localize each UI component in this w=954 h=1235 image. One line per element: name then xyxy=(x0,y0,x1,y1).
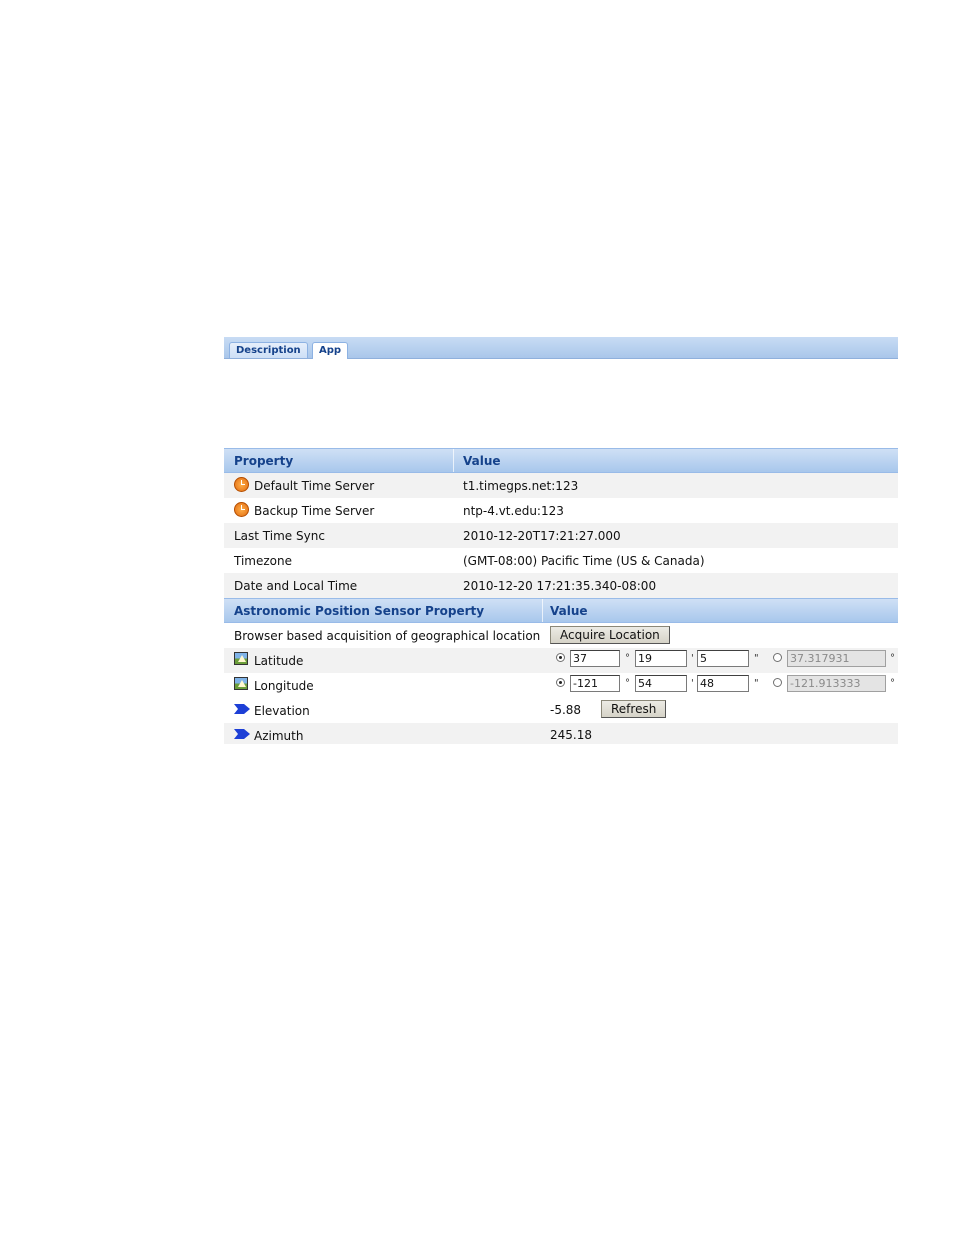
sensor-table-header: Astronomic Position Sensor Property Valu… xyxy=(224,598,898,623)
table-row-acquire: Browser based acquisition of geographica… xyxy=(224,623,898,648)
tab-description[interactable]: Description xyxy=(229,342,308,358)
table-row-latitude: Latitude ° ' " ° xyxy=(224,648,898,673)
app-panel: Description App Property Value Default T… xyxy=(224,337,898,744)
elevation-value: -5.88 xyxy=(550,703,582,717)
table-row-longitude: Longitude ° ' " ° xyxy=(224,673,898,698)
acquire-location-button[interactable]: Acquire Location xyxy=(550,626,670,644)
blue-arrow-icon xyxy=(234,729,250,739)
blue-arrow-icon xyxy=(234,704,250,714)
time-table-header: Property Value xyxy=(224,448,898,473)
longitude-dms-radio[interactable] xyxy=(556,678,565,687)
property-label: Default Time Server xyxy=(254,479,375,493)
longitude-minutes-input[interactable] xyxy=(635,675,687,692)
azimuth-value: 245.18 xyxy=(550,728,592,742)
longitude-degrees-input[interactable] xyxy=(570,675,620,692)
degree-symbol: ° xyxy=(890,678,895,689)
table-row-azimuth: Azimuth 245.18 xyxy=(224,723,898,744)
second-symbol: " xyxy=(754,653,759,664)
latitude-decimal-radio[interactable] xyxy=(773,653,782,662)
degree-symbol: ° xyxy=(890,653,895,664)
property-label: Backup Time Server xyxy=(254,504,375,518)
clock-icon xyxy=(234,477,249,492)
map-icon xyxy=(234,652,248,665)
column-header-value: Value xyxy=(463,454,501,468)
property-label: Last Time Sync xyxy=(234,529,325,543)
tab-app[interactable]: App xyxy=(312,342,349,359)
refresh-button[interactable]: Refresh xyxy=(601,700,667,718)
column-header-property: Property xyxy=(234,454,294,468)
table-row: Date and Local Time 2010-12-20 17:21:35.… xyxy=(224,573,898,598)
column-header-sensor-property: Astronomic Position Sensor Property xyxy=(234,604,485,618)
longitude-decimal-input[interactable] xyxy=(787,675,886,692)
column-header-sensor-value: Value xyxy=(550,604,588,618)
property-label: Browser based acquisition of geographica… xyxy=(234,629,541,643)
minute-symbol: ' xyxy=(691,678,694,689)
property-value: (GMT-08:00) Pacific Time (US & Canada) xyxy=(463,554,705,568)
property-label: Timezone xyxy=(234,554,292,568)
table-row: Default Time Server t1.timegps.net:123 xyxy=(224,473,898,498)
minute-symbol: ' xyxy=(691,653,694,664)
tab-content-area xyxy=(224,359,898,447)
property-label: Date and Local Time xyxy=(234,579,358,593)
longitude-decimal-radio[interactable] xyxy=(773,678,782,687)
degree-symbol: ° xyxy=(625,678,630,689)
latitude-degrees-input[interactable] xyxy=(570,650,620,667)
property-value: ntp-4.vt.edu:123 xyxy=(463,504,564,518)
property-value: t1.timegps.net:123 xyxy=(463,479,579,493)
second-symbol: " xyxy=(754,678,759,689)
degree-symbol: ° xyxy=(625,653,630,664)
latitude-minutes-input[interactable] xyxy=(635,650,687,667)
table-row: Timezone (GMT-08:00) Pacific Time (US & … xyxy=(224,548,898,573)
property-value: 2010-12-20 17:21:35.340-08:00 xyxy=(463,579,657,593)
tab-bar: Description App xyxy=(224,337,898,359)
table-row-elevation: Elevation -5.88 Refresh xyxy=(224,698,898,723)
property-label: Azimuth xyxy=(254,729,304,743)
latitude-seconds-input[interactable] xyxy=(697,650,749,667)
clock-icon xyxy=(234,502,249,517)
latitude-dms-radio[interactable] xyxy=(556,653,565,662)
table-row: Last Time Sync 2010-12-20T17:21:27.000 xyxy=(224,523,898,548)
longitude-seconds-input[interactable] xyxy=(697,675,749,692)
table-row: Backup Time Server ntp-4.vt.edu:123 xyxy=(224,498,898,523)
property-label: Elevation xyxy=(254,704,310,718)
property-value: 2010-12-20T17:21:27.000 xyxy=(463,529,621,543)
property-label: Latitude xyxy=(254,654,304,668)
property-label: Longitude xyxy=(254,679,314,693)
map-icon xyxy=(234,677,248,690)
latitude-decimal-input[interactable] xyxy=(787,650,886,667)
